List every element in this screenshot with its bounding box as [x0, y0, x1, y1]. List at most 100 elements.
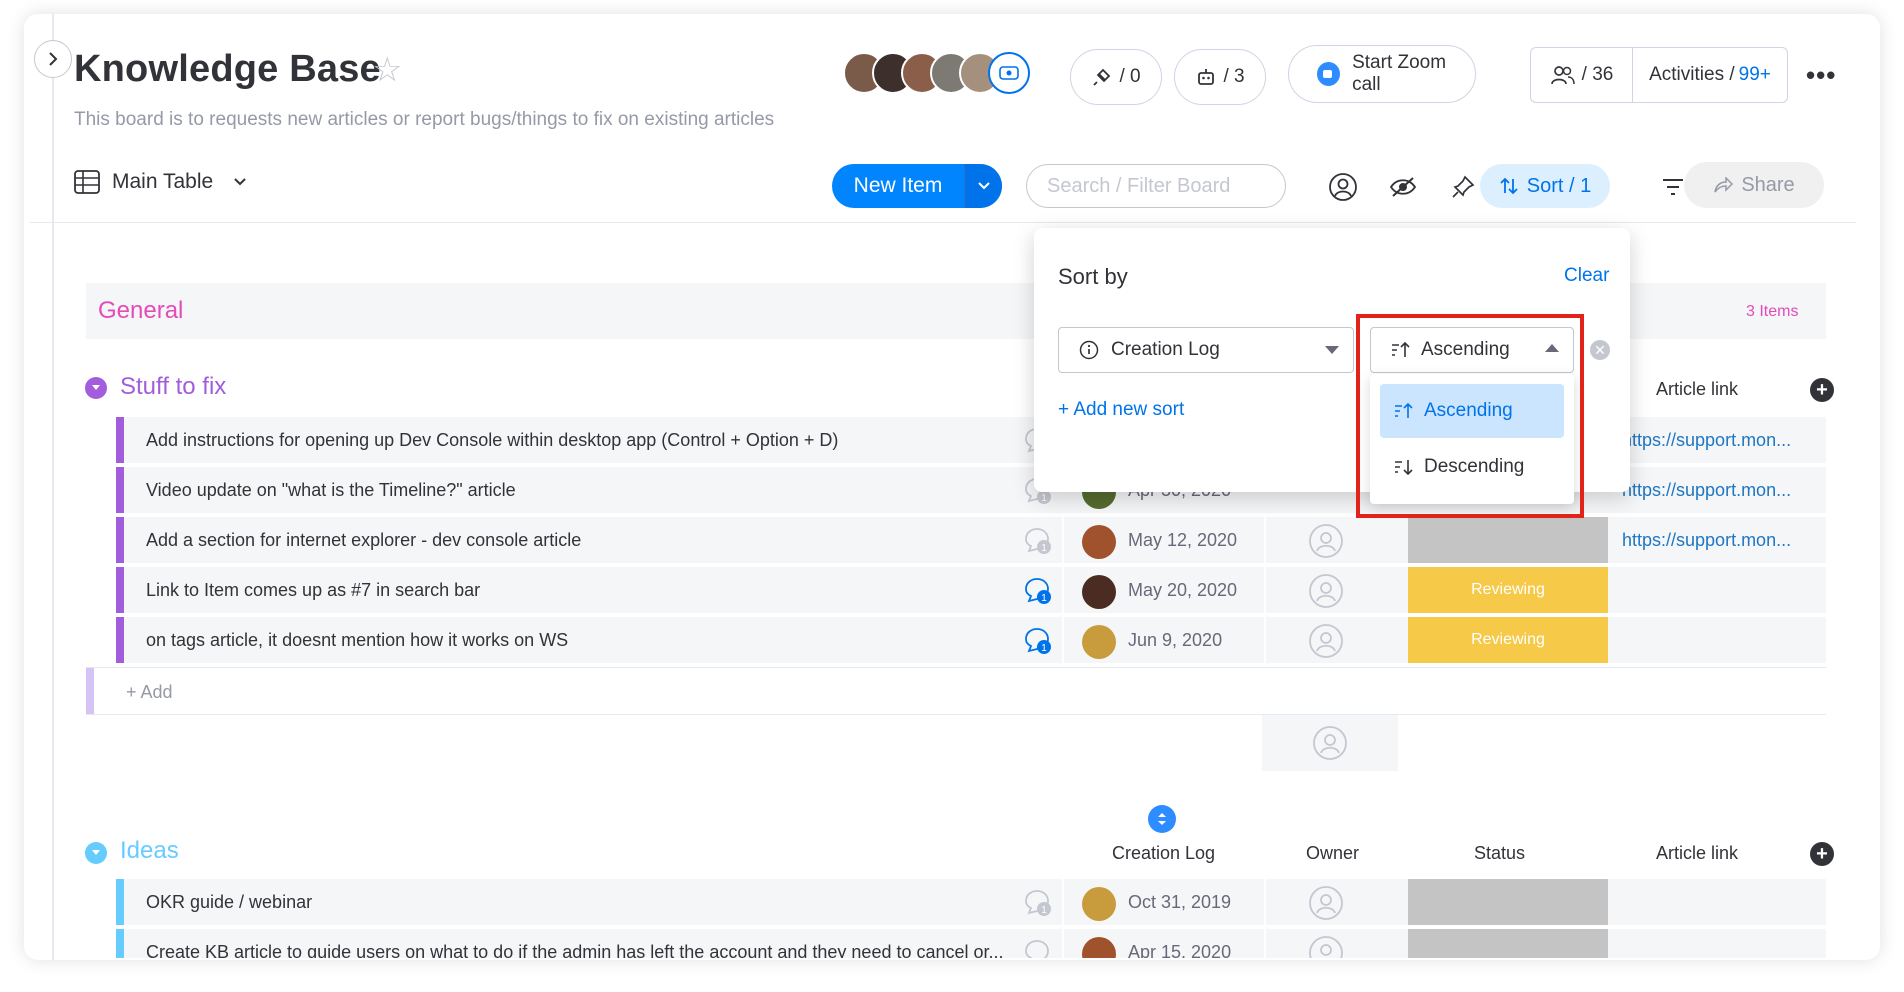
owner-placeholder-icon[interactable]	[1308, 573, 1344, 609]
article-link[interactable]: https://support.mon...	[1622, 480, 1791, 501]
table-row[interactable]: Create KB article to guide users on what…	[116, 929, 1826, 960]
start-zoom-call-button[interactable]: Start Zoom call	[1288, 45, 1476, 103]
people-icon	[1550, 66, 1575, 85]
toolbar-divider	[30, 222, 1856, 223]
owner-placeholder-icon[interactable]	[1308, 935, 1344, 960]
article-link[interactable]: https://support.mon...	[1622, 530, 1791, 551]
chat-bubble-icon[interactable]: 1	[1022, 887, 1052, 917]
row-color-bar	[86, 668, 94, 714]
status-cell[interactable]: Reviewing	[1408, 617, 1608, 663]
item-name[interactable]: Add a section for internet explorer - de…	[146, 530, 1006, 551]
add-item-label[interactable]: + Add	[126, 682, 173, 703]
status-cell[interactable]	[1408, 929, 1608, 958]
sort-handle-icon[interactable]	[1148, 805, 1176, 833]
activities-button[interactable]: Activities / 99+	[1633, 64, 1787, 86]
sort-column-select[interactable]: Creation Log	[1058, 327, 1354, 373]
board-description[interactable]: This board is to requests new articles o…	[74, 109, 774, 131]
chat-bubble-icon[interactable]: 1	[1022, 575, 1052, 605]
table-row[interactable]: on tags article, it doesnt mention how i…	[116, 617, 1826, 665]
board-title[interactable]: Knowledge Base	[74, 48, 381, 91]
share-button[interactable]: Share	[1684, 162, 1824, 208]
collapse-group-icon[interactable]	[85, 842, 107, 864]
creation-date: Jun 9, 2020	[1128, 630, 1223, 650]
hide-columns-icon[interactable]	[1386, 170, 1420, 204]
svg-text:1: 1	[1041, 593, 1047, 604]
item-name[interactable]: Create KB article to guide users on what…	[146, 942, 1026, 958]
owner-placeholder-icon	[1313, 726, 1347, 760]
table-row[interactable]: OKR guide / webinar 1 Oct 31, 2019	[116, 879, 1826, 927]
sort-button[interactable]: Sort / 1	[1480, 164, 1610, 208]
svg-text:1: 1	[1041, 493, 1047, 504]
automations-button[interactable]: / 3	[1174, 49, 1266, 105]
cell-divider	[1264, 517, 1266, 563]
person-filter-icon[interactable]	[1326, 170, 1360, 204]
row-color-bar	[116, 517, 124, 563]
members-activities-box[interactable]: / 36 Activities / 99+	[1530, 47, 1788, 103]
activities-count: 99+	[1738, 64, 1771, 85]
collapse-group-icon[interactable]	[85, 377, 107, 399]
cell-divider	[1062, 567, 1064, 613]
chat-bubble-icon[interactable]	[1022, 937, 1052, 960]
add-item-row[interactable]: + Add	[86, 667, 1826, 715]
members-button[interactable]: / 36	[1531, 48, 1633, 102]
column-header-article-link[interactable]: Article link	[1656, 843, 1738, 864]
item-name[interactable]: on tags article, it doesnt mention how i…	[146, 630, 1006, 651]
chevron-right-icon	[49, 52, 58, 66]
group-title-ideas[interactable]: Ideas	[120, 837, 179, 865]
owner-placeholder-icon[interactable]	[1308, 623, 1344, 659]
item-name[interactable]: OKR guide / webinar	[146, 892, 1006, 913]
robot-icon	[1198, 69, 1215, 85]
article-link[interactable]: https://support.mon...	[1622, 430, 1791, 451]
pin-icon[interactable]	[1446, 170, 1480, 204]
owner-placeholder-icon[interactable]	[1308, 523, 1344, 559]
column-header-owner[interactable]: Owner	[1306, 843, 1359, 864]
item-name[interactable]: Link to Item comes up as #7 in search ba…	[146, 580, 1006, 601]
invite-icon[interactable]	[988, 52, 1030, 94]
column-header-article-link[interactable]: Article link	[1656, 379, 1738, 400]
more-options-icon[interactable]: •••	[1806, 60, 1836, 91]
add-new-sort-button[interactable]: + Add new sort	[1058, 399, 1184, 421]
chat-bubble-icon[interactable]: 1	[1022, 525, 1052, 555]
chat-bubble-icon[interactable]: 1	[1022, 625, 1052, 655]
table-row[interactable]: Add a section for internet explorer - de…	[116, 517, 1826, 565]
row-color-bar	[116, 467, 124, 513]
expand-sidebar-button[interactable]	[34, 40, 72, 78]
clear-sort-button[interactable]: Clear	[1564, 265, 1609, 287]
search-placeholder: Search / Filter Board	[1047, 174, 1231, 197]
favorite-star-icon[interactable]: ☆	[372, 50, 402, 90]
owner-placeholder-icon[interactable]	[1308, 885, 1344, 921]
general-group-title[interactable]: General	[98, 297, 183, 325]
new-item-button[interactable]: New Item	[832, 164, 1002, 208]
annotation-highlight-box	[1356, 314, 1584, 518]
owner-summary-cell	[1262, 715, 1398, 771]
new-item-label[interactable]: New Item	[832, 164, 964, 208]
share-arrow-icon	[1714, 177, 1734, 193]
status-cell[interactable]	[1408, 879, 1608, 925]
add-column-icon[interactable]: +	[1810, 378, 1834, 402]
share-label: Share	[1741, 173, 1795, 196]
status-cell[interactable]	[1408, 517, 1608, 563]
cell-divider	[1264, 929, 1266, 958]
cell-divider	[1264, 879, 1266, 925]
view-selector[interactable]: Main Table	[74, 170, 247, 194]
remove-sort-icon[interactable]: ✕	[1590, 340, 1610, 360]
table-row[interactable]: Link to Item comes up as #7 in search ba…	[116, 567, 1826, 615]
column-header-creation-log[interactable]: Creation Log	[1112, 843, 1215, 864]
cell-divider	[1264, 567, 1266, 613]
status-cell[interactable]: Reviewing	[1408, 567, 1608, 613]
integrations-button[interactable]: / 0	[1070, 49, 1162, 105]
members-count: / 36	[1581, 64, 1614, 85]
search-input[interactable]: Search / Filter Board	[1026, 164, 1286, 208]
row-color-bar	[116, 617, 124, 663]
item-name[interactable]: Video update on "what is the Timeline?" …	[146, 480, 1006, 501]
add-column-icon[interactable]: +	[1810, 842, 1834, 866]
plug-icon	[1093, 68, 1111, 86]
svg-text:1: 1	[1041, 543, 1047, 554]
avatar	[1082, 525, 1116, 559]
creation-date: May 12, 2020	[1128, 530, 1238, 550]
group-title-stuff-to-fix[interactable]: Stuff to fix	[120, 373, 226, 401]
chevron-down-icon	[234, 178, 246, 186]
board-subscribers[interactable]	[843, 52, 1030, 94]
item-name[interactable]: Add instructions for opening up Dev Cons…	[146, 430, 1006, 451]
column-header-status[interactable]: Status	[1474, 843, 1525, 864]
